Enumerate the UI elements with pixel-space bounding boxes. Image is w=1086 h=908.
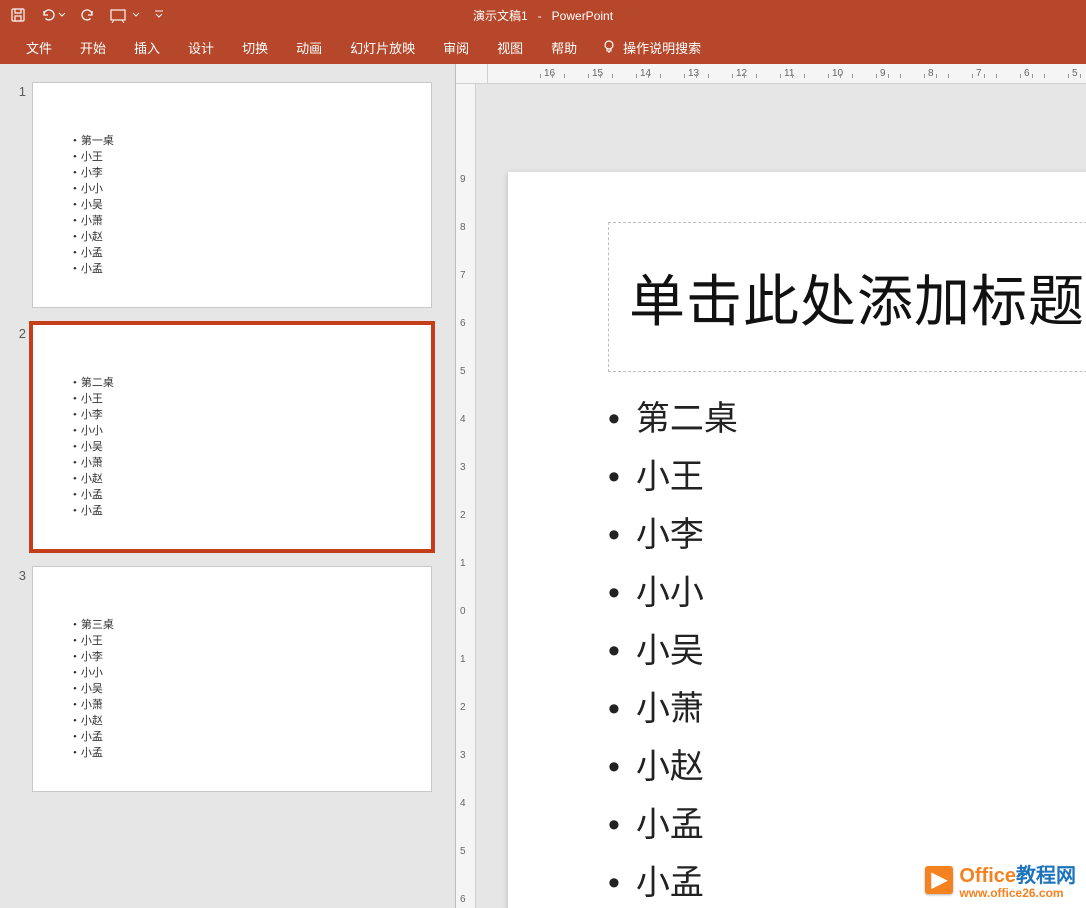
tab-file[interactable]: 文件 <box>12 30 66 65</box>
title-placeholder[interactable]: 单击此处添加标题 <box>608 222 1086 372</box>
thumbnail-number: 3 <box>10 566 26 792</box>
undo-icon[interactable] <box>40 7 66 23</box>
ruler-tick: 5 <box>1072 68 1078 79</box>
tab-transitions[interactable]: 切换 <box>228 30 282 65</box>
ruler-tick: 8 <box>460 222 466 233</box>
ruler-tick: 12 <box>736 68 747 79</box>
ruler-tick: 13 <box>688 68 699 79</box>
bullet-item[interactable]: 小小 <box>608 564 1086 622</box>
workspace: 1 第一桌 小王 小李 小小 小吴 小萧 小赵 小孟 小孟 2 第二桌 <box>0 64 1086 908</box>
ruler-tick: 7 <box>460 270 466 281</box>
bullet-item[interactable]: 小萧 <box>608 680 1086 738</box>
ruler-tick: 5 <box>460 366 466 377</box>
ruler-tick: 4 <box>460 798 466 809</box>
ruler-tick: 8 <box>928 68 934 79</box>
watermark: ▶ Office教程网 www.office26.com <box>925 859 1076 900</box>
thumbnail-content: 第一桌 小王 小李 小小 小吴 小萧 小赵 小孟 小孟 <box>73 133 391 277</box>
ruler-tick: 6 <box>1024 68 1030 79</box>
ruler-corner <box>456 64 488 84</box>
tab-design[interactable]: 设计 <box>174 30 228 65</box>
lightbulb-icon <box>601 39 617 55</box>
thumbnail-number: 1 <box>10 82 26 308</box>
ruler-tick: 16 <box>544 68 555 79</box>
thumbnail-content: 第二桌 小王 小李 小小 小吴 小萧 小赵 小孟 小孟 <box>73 375 391 519</box>
document-name: 演示文稿1 <box>473 9 528 23</box>
ruler-tick: 3 <box>460 750 466 761</box>
ribbon-tabs: 文件 开始 插入 设计 切换 动画 幻灯片放映 审阅 视图 帮助 操作说明搜索 <box>0 30 1086 64</box>
ruler-tick: 7 <box>976 68 982 79</box>
thumbnail-number: 2 <box>10 324 26 550</box>
watermark-line2: www.office26.com <box>959 886 1076 900</box>
ruler-tick: 10 <box>832 68 843 79</box>
start-from-beginning-icon[interactable] <box>110 7 140 23</box>
tab-home[interactable]: 开始 <box>66 30 120 65</box>
title-bar: 演示文稿1 - PowerPoint <box>0 0 1086 30</box>
thumbnail-slide-3[interactable]: 第三桌 小王 小李 小小 小吴 小萧 小赵 小孟 小孟 <box>32 566 432 792</box>
tab-help[interactable]: 帮助 <box>537 30 591 65</box>
app-name: PowerPoint <box>552 9 613 23</box>
vertical-ruler[interactable]: 987654321012345678 <box>456 84 476 908</box>
tab-review[interactable]: 审阅 <box>429 30 483 65</box>
ruler-tick: 1 <box>460 558 466 569</box>
tell-me-search[interactable]: 操作说明搜索 <box>591 30 711 65</box>
ruler-tick: 5 <box>460 846 466 857</box>
watermark-line1: Office教程网 <box>959 859 1076 888</box>
bullet-item[interactable]: 小孟 <box>608 796 1086 854</box>
ruler-tick: 9 <box>460 174 466 185</box>
redo-icon[interactable] <box>80 7 96 23</box>
thumbnail-row: 2 第二桌 小王 小李 小小 小吴 小萧 小赵 小孟 小孟 <box>10 324 441 550</box>
tab-insert[interactable]: 插入 <box>120 30 174 65</box>
slide-edit-area: 161514131211109876543 987654321012345678… <box>456 64 1086 908</box>
customize-qat-icon[interactable] <box>154 10 164 20</box>
ruler-tick: 6 <box>460 894 466 905</box>
thumbnail-content: 第三桌 小王 小李 小小 小吴 小萧 小赵 小孟 小孟 <box>73 617 391 761</box>
tab-animations[interactable]: 动画 <box>282 30 336 65</box>
bullet-item[interactable]: 小李 <box>608 506 1086 564</box>
bullet-item[interactable]: 小王 <box>608 448 1086 506</box>
bullet-item[interactable]: 第二桌 <box>608 390 1086 448</box>
canvas-viewport[interactable]: 单击此处添加标题 第二桌 小王 小李 小小 小吴 小萧 小赵 小孟 小孟 <box>488 84 1086 908</box>
ruler-tick: 9 <box>880 68 886 79</box>
ruler-tick: 3 <box>460 462 466 473</box>
ruler-tick: 2 <box>460 510 466 521</box>
slide-canvas[interactable]: 单击此处添加标题 第二桌 小王 小李 小小 小吴 小萧 小赵 小孟 小孟 <box>508 172 1086 908</box>
thumbnail-slide-2[interactable]: 第二桌 小王 小李 小小 小吴 小萧 小赵 小孟 小孟 <box>32 324 432 550</box>
ruler-tick: 1 <box>460 654 466 665</box>
thumbnail-slide-1[interactable]: 第一桌 小王 小李 小小 小吴 小萧 小赵 小孟 小孟 <box>32 82 432 308</box>
horizontal-ruler[interactable]: 161514131211109876543 <box>488 64 1086 84</box>
save-icon[interactable] <box>10 7 26 23</box>
ruler-tick: 0 <box>460 606 466 617</box>
tab-slideshow[interactable]: 幻灯片放映 <box>336 30 429 65</box>
ruler-tick: 2 <box>460 702 466 713</box>
ruler-tick: 14 <box>640 68 651 79</box>
thumbnail-row: 1 第一桌 小王 小李 小小 小吴 小萧 小赵 小孟 小孟 <box>10 82 441 308</box>
ruler-tick: 6 <box>460 318 466 329</box>
thumbnail-row: 3 第三桌 小王 小李 小小 小吴 小萧 小赵 小孟 小孟 <box>10 566 441 792</box>
ruler-tick: 4 <box>460 414 466 425</box>
quick-access-toolbar <box>10 7 164 23</box>
slide-thumbnail-pane[interactable]: 1 第一桌 小王 小李 小小 小吴 小萧 小赵 小孟 小孟 2 第二桌 <box>0 64 456 908</box>
ruler-tick: 15 <box>592 68 603 79</box>
watermark-icon: ▶ <box>925 866 953 894</box>
title-placeholder-text: 单击此处添加标题 <box>629 257 1085 338</box>
bullet-item[interactable]: 小吴 <box>608 622 1086 680</box>
bullet-item[interactable]: 小赵 <box>608 738 1086 796</box>
content-placeholder[interactable]: 第二桌 小王 小李 小小 小吴 小萧 小赵 小孟 小孟 <box>608 390 1086 908</box>
tab-view[interactable]: 视图 <box>483 30 537 65</box>
content-bullets: 第二桌 小王 小李 小小 小吴 小萧 小赵 小孟 小孟 <box>608 390 1086 908</box>
